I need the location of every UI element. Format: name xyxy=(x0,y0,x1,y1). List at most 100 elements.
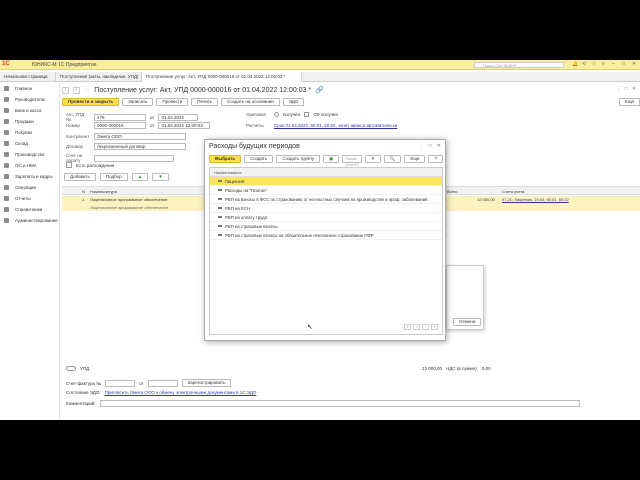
dialog-more-button[interactable]: Еще xyxy=(404,155,426,163)
list-item-label: РБП на страховые взносы на обязательное … xyxy=(225,232,374,238)
post-button[interactable]: Провести xyxy=(156,98,189,106)
search-icon[interactable]: 🔍 xyxy=(383,155,402,163)
close-icon[interactable]: ✕ xyxy=(632,61,638,67)
list-header: Наименование xyxy=(210,168,442,177)
sidebar-item-label: Зарплата и кадры xyxy=(15,174,53,179)
upd-toggle[interactable] xyxy=(66,366,76,371)
help-icon[interactable]: ? xyxy=(428,155,443,163)
sidebar-item[interactable]: Справочники xyxy=(0,204,59,215)
link-icon[interactable]: 🔗 xyxy=(315,86,324,94)
act-date-field[interactable]: 01.04.2022 xyxy=(158,113,199,121)
post-and-close-button[interactable]: Провести и закрыть xyxy=(62,98,120,106)
first-page-icon[interactable]: « xyxy=(404,324,411,330)
item-icon xyxy=(218,207,222,209)
report-icon xyxy=(4,196,9,201)
create-group-button[interactable]: Создать группу xyxy=(276,155,321,163)
star-icon[interactable]: ☆ xyxy=(592,61,598,67)
sidebar-item[interactable]: Зарплата и кадры xyxy=(0,171,59,182)
list-item[interactable]: Расходы на "Платон" xyxy=(210,186,442,195)
next-page-icon[interactable]: › xyxy=(422,324,429,330)
forward-icon[interactable]: › xyxy=(73,86,80,94)
menu-icon[interactable]: ≡ xyxy=(602,61,608,67)
number-field[interactable]: 0000-000016 xyxy=(94,122,146,129)
sidebar-item[interactable]: Покупки xyxy=(0,127,59,138)
invoice-field[interactable] xyxy=(94,154,174,162)
form-close-icon[interactable]: ✕ xyxy=(632,86,636,92)
bell-icon[interactable]: 🔔 xyxy=(572,61,578,67)
sidebar-item[interactable]: Продажи xyxy=(0,116,59,127)
document-date-field[interactable]: 01.04.2022 12:00:03 xyxy=(158,122,211,129)
comment-label: Комментарий: xyxy=(66,401,96,406)
contract-field[interactable]: Лицензионный договор xyxy=(94,143,186,150)
more-icon[interactable]: ⋮ xyxy=(616,86,621,92)
prev-page-icon[interactable]: ‹ xyxy=(413,324,420,330)
tab-receipts[interactable]: Поступления (акты, накладные, УПД) xyxy=(56,72,142,82)
sidebar-item-label: Покупки xyxy=(15,130,32,135)
invoice-received-checkbox[interactable] xyxy=(304,112,310,117)
sidebar-item[interactable]: Банк и касса xyxy=(0,105,59,116)
more-button[interactable]: Еще xyxy=(618,98,640,106)
invoice-received-label: СФ получен xyxy=(313,112,339,117)
sidebar-item[interactable]: Администрирование xyxy=(0,215,59,226)
sidebar: Главное Руководителю Банк и касса Продажи По… xyxy=(0,83,60,420)
create-based-button[interactable]: Создать на основании xyxy=(221,98,280,106)
expand-icon[interactable]: □ xyxy=(625,86,628,92)
clear-search-icon[interactable]: ✕ xyxy=(364,155,381,163)
edo-invite-link[interactable]: Пригласить Омега ООО к обмену электронны… xyxy=(105,390,257,395)
act-number-field[interactable]: 478 xyxy=(94,113,146,121)
cancel-button[interactable]: Отмена xyxy=(453,318,482,326)
comment-field[interactable] xyxy=(99,400,580,407)
invoice-from-label: от xyxy=(139,380,144,386)
select-button[interactable]: Выбрать xyxy=(209,155,242,163)
back-icon[interactable]: ‹ xyxy=(62,86,69,94)
save-button[interactable]: Записать xyxy=(122,98,154,106)
discrepancy-checkbox[interactable] xyxy=(66,162,72,168)
list-item[interactable]: РБП на страховые взносы на обязательное … xyxy=(210,231,442,240)
vat-value: 0,00 xyxy=(481,366,491,371)
received-radio[interactable] xyxy=(274,112,279,117)
register-button[interactable]: Зарегистрировать xyxy=(181,379,232,387)
sidebar-item[interactable]: Производство xyxy=(0,149,59,160)
invoice-number-field[interactable] xyxy=(105,379,136,387)
move-down-icon[interactable]: ▼ xyxy=(152,173,169,181)
folder-icon[interactable]: ▣ xyxy=(323,155,340,163)
item-icon xyxy=(218,198,222,200)
minimize-icon[interactable]: – xyxy=(612,61,618,67)
history-icon[interactable]: ⟲ xyxy=(582,61,588,67)
list-item[interactable]: РБП на страховые взносы xyxy=(210,222,442,231)
dialog-maximize-icon[interactable]: □ xyxy=(429,143,432,149)
favorite-star-icon[interactable]: ☆ xyxy=(84,86,90,94)
invoice-date-field[interactable] xyxy=(147,379,178,387)
tab-document[interactable]: Поступление услуг: Акт, УПД 0000-000016 … xyxy=(142,72,302,82)
move-up-icon[interactable]: ▲ xyxy=(131,173,149,181)
sidebar-item[interactable]: ОС и НМА xyxy=(0,160,59,171)
last-page-icon[interactable]: » xyxy=(431,324,438,330)
dialog-close-icon[interactable]: ✕ xyxy=(437,143,441,149)
print-button[interactable]: Печать xyxy=(191,98,219,106)
item-icon xyxy=(218,180,222,182)
edo-button[interactable]: ЭДО xyxy=(282,98,305,106)
maximize-icon[interactable]: □ xyxy=(622,61,628,67)
tab-home[interactable]: Начальная страница xyxy=(0,72,56,82)
dialog-more-icon[interactable]: ⋮ xyxy=(419,143,424,149)
document-toolbar: Провести и закрыть Записать Провести Печ… xyxy=(62,97,640,107)
sidebar-item[interactable]: Руководителю xyxy=(0,94,59,105)
create-button[interactable]: Создать xyxy=(244,155,274,163)
row-accounts[interactable]: 97.21, Лицензия, 19.04, 60.01, 60.02 xyxy=(502,196,572,204)
sidebar-item[interactable]: Операции xyxy=(0,182,59,193)
global-search-input[interactable]: Поиск Ctrl+Shift+F xyxy=(474,62,564,68)
sidebar-item[interactable]: Главное xyxy=(0,83,59,94)
list-item[interactable]: РБП на ЕСН xyxy=(210,204,442,213)
list-item[interactable]: Лицензия xyxy=(210,177,442,186)
add-row-button[interactable]: Добавить xyxy=(64,173,96,181)
sidebar-item-label: Главное xyxy=(15,86,33,91)
dialog-search-input[interactable]: Поиск (Ctrl+F) xyxy=(342,155,362,167)
item-icon xyxy=(218,225,222,227)
sidebar-item[interactable]: Отчеты xyxy=(0,193,59,204)
contractor-field[interactable]: Омега ООО xyxy=(94,133,186,140)
list-item[interactable]: РБП на оплату труда xyxy=(210,213,442,222)
list-item[interactable]: РБП на взносы в ФСС по страхованию от не… xyxy=(210,195,442,204)
select-items-button[interactable]: Подбор xyxy=(99,173,128,181)
sidebar-item[interactable]: Склад xyxy=(0,138,59,149)
payments-link[interactable]: Срок 01.04.2022, 60.01, 60.02, зачет ава… xyxy=(274,123,397,128)
